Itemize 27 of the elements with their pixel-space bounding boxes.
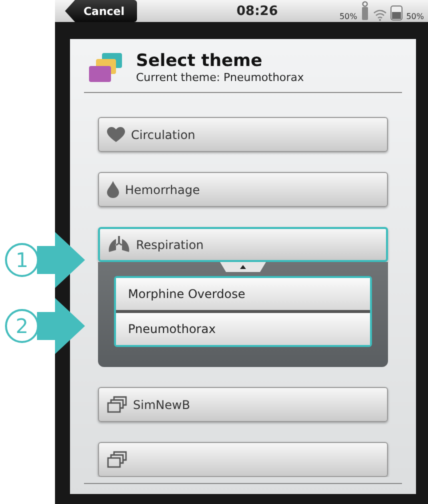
person-icon — [360, 1, 370, 21]
callout-arrow — [37, 298, 85, 354]
heart-icon — [107, 126, 125, 142]
callout-arrow — [37, 232, 85, 288]
current-theme-text: Current theme: Pneumothorax — [136, 71, 304, 84]
cancel-button[interactable]: Cancel — [65, 0, 137, 22]
battery-percent: 50% — [406, 12, 424, 21]
theme-category-button[interactable]: Circulation — [98, 117, 388, 152]
callout-number: 2 — [5, 309, 39, 343]
battery-icon — [390, 5, 404, 21]
battery-percent: 50% — [339, 12, 358, 21]
theme-category-button[interactable]: Hemorrhage — [98, 172, 388, 207]
dialog-title: Select theme — [136, 51, 264, 71]
lungs-icon — [108, 236, 130, 253]
theme-category-button[interactable] — [98, 442, 388, 477]
stacked-windows-icon — [107, 396, 127, 413]
wifi-icon — [373, 9, 388, 21]
subtheme-button[interactable]: Pneumothorax — [116, 313, 370, 345]
callout-number: 1 — [5, 243, 39, 277]
theme-category-button[interactable]: SimNewB — [98, 387, 388, 422]
subtheme-button[interactable]: Morphine Overdose — [116, 278, 370, 310]
drop-icon — [107, 181, 119, 198]
theme-cards-icon — [88, 52, 124, 84]
theme-category-button[interactable]: Respiration — [98, 227, 388, 262]
clock-time: 08:26 — [236, 4, 279, 18]
stacked-windows-icon — [107, 451, 127, 468]
collapse-tab-icon — [220, 262, 266, 272]
